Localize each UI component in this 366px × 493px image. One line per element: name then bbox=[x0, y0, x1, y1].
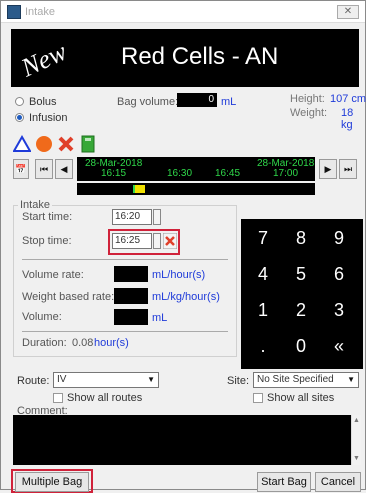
divider bbox=[22, 331, 228, 332]
last-page-button[interactable]: ⏭ bbox=[339, 159, 357, 179]
show-all-sites-checkbox[interactable] bbox=[253, 393, 263, 403]
volume-rate-input[interactable] bbox=[114, 266, 148, 282]
key-7[interactable]: 7 bbox=[245, 223, 281, 253]
intake-group: Intake Start time: 16:20 Stop time: 16:2… bbox=[13, 199, 237, 357]
first-page-button[interactable]: ⏮ bbox=[35, 159, 53, 179]
key-backspace[interactable]: « bbox=[321, 331, 357, 361]
orange-circle-icon[interactable] bbox=[35, 135, 53, 153]
key-6[interactable]: 6 bbox=[321, 259, 357, 289]
key-4[interactable]: 4 bbox=[245, 259, 281, 289]
infusion-radio[interactable] bbox=[15, 113, 24, 122]
chevron-down-icon: ▼ bbox=[347, 375, 355, 384]
bag-volume-unit: mL bbox=[221, 96, 237, 108]
site-value: No Site Specified bbox=[257, 374, 334, 385]
weight-label: Weight: bbox=[290, 107, 328, 119]
mode-row: Bolus Infusion Bag volume: 0 mL Height: … bbox=[1, 93, 366, 133]
previous-button[interactable]: ◀ bbox=[55, 159, 73, 179]
duration-value: 0.08 bbox=[72, 337, 94, 349]
timeline-tick: 16:30 bbox=[167, 168, 193, 179]
key-2[interactable]: 2 bbox=[283, 295, 319, 325]
site-dropdown[interactable]: No Site Specified ▼ bbox=[253, 372, 359, 388]
volume-label: Volume: bbox=[22, 311, 62, 323]
infusion-marker bbox=[133, 185, 145, 193]
timeline-end-time: 17:00 bbox=[273, 168, 299, 179]
start-bag-button[interactable]: Start Bag bbox=[257, 472, 311, 492]
comment-textarea[interactable] bbox=[13, 415, 361, 465]
green-bag-icon[interactable] bbox=[79, 135, 97, 153]
start-time-spinner[interactable] bbox=[153, 209, 161, 225]
calendar-icon[interactable]: 📅 bbox=[13, 159, 29, 179]
close-button[interactable]: ✕ bbox=[337, 5, 359, 19]
timeline-start-time: 16:15 bbox=[101, 168, 127, 179]
key-8[interactable]: 8 bbox=[283, 223, 319, 253]
site-label: Site: bbox=[227, 375, 250, 387]
status-new-label: New bbox=[16, 36, 71, 83]
key-1[interactable]: 1 bbox=[245, 295, 281, 325]
timeline-bar[interactable]: 28-Mar-2018 16:15 16:30 16:45 28-Mar-201… bbox=[77, 157, 315, 181]
weight-value: 18 kg bbox=[341, 107, 354, 131]
key-5[interactable]: 5 bbox=[283, 259, 319, 289]
timeline-strip[interactable] bbox=[77, 183, 315, 195]
key-9[interactable]: 9 bbox=[321, 223, 357, 253]
volume-rate-label: Volume rate: bbox=[22, 269, 84, 281]
scroll-down-icon[interactable]: ▼ bbox=[353, 455, 360, 462]
divider bbox=[22, 259, 228, 260]
multiple-bag-button[interactable]: Multiple Bag bbox=[15, 472, 89, 492]
bag-volume-input[interactable]: 0 bbox=[177, 93, 217, 107]
stop-time-label: Stop time: bbox=[22, 235, 72, 247]
intake-legend: Intake bbox=[20, 199, 50, 211]
show-all-routes-checkbox[interactable] bbox=[53, 393, 63, 403]
bag-volume-label: Bag volume: bbox=[117, 96, 179, 108]
show-all-routes-label: Show all routes bbox=[67, 392, 143, 404]
cancel-button[interactable]: Cancel bbox=[315, 472, 361, 492]
volume-unit: mL bbox=[152, 312, 168, 324]
key-decimal[interactable]: . bbox=[245, 331, 281, 361]
window-title: Intake bbox=[25, 6, 55, 18]
stop-time-spinner[interactable] bbox=[153, 233, 161, 249]
product-name: Red Cells - AN bbox=[121, 43, 279, 70]
show-all-sites-label: Show all sites bbox=[267, 392, 335, 404]
weight-rate-label: Weight based rate: bbox=[22, 291, 115, 303]
clear-stop-time-icon[interactable] bbox=[163, 233, 177, 249]
key-0[interactable]: 0 bbox=[283, 331, 319, 361]
route-dropdown[interactable]: IV ▼ bbox=[53, 372, 159, 388]
route-value: IV bbox=[57, 374, 67, 385]
infusion-label: Infusion bbox=[29, 112, 68, 124]
timeline-tick: 16:45 bbox=[215, 168, 241, 179]
start-time-input[interactable]: 16:20 bbox=[112, 209, 152, 225]
numeric-keypad: 7 8 9 4 5 6 1 2 3 . 0 « bbox=[241, 219, 363, 369]
timeline: 📅 ⏮ ◀ 28-Mar-2018 16:15 16:30 16:45 28-M… bbox=[13, 157, 361, 197]
weight-rate-input[interactable] bbox=[114, 288, 148, 304]
title-bar: Intake ✕ bbox=[1, 1, 365, 23]
bolus-label: Bolus bbox=[29, 96, 57, 108]
volume-input[interactable] bbox=[114, 309, 148, 325]
start-time-label: Start time: bbox=[22, 211, 73, 223]
route-label: Route: bbox=[17, 375, 50, 387]
triangle-icon[interactable] bbox=[13, 135, 31, 153]
duration-unit: hour(s) bbox=[94, 337, 129, 349]
intake-window: Intake ✕ New Red Cells - AN Bolus Infusi… bbox=[0, 0, 366, 493]
product-banner: New Red Cells - AN bbox=[11, 29, 359, 87]
red-x-icon[interactable] bbox=[57, 135, 75, 153]
scroll-up-icon[interactable]: ▲ bbox=[353, 417, 360, 424]
key-3[interactable]: 3 bbox=[321, 295, 357, 325]
next-button[interactable]: ▶ bbox=[319, 159, 337, 179]
weight-rate-unit: mL/kg/hour(s) bbox=[152, 291, 220, 303]
comment-scrollbar[interactable]: ▲ ▼ bbox=[351, 415, 361, 465]
height-label: Height: bbox=[290, 93, 325, 105]
bolus-radio[interactable] bbox=[15, 97, 24, 106]
height-value: 107 cm bbox=[330, 93, 366, 105]
chevron-down-icon: ▼ bbox=[147, 375, 155, 384]
app-icon bbox=[7, 5, 21, 19]
stop-time-input[interactable]: 16:25 bbox=[112, 233, 152, 249]
duration-label: Duration: bbox=[22, 337, 67, 349]
volume-rate-unit: mL/hour(s) bbox=[152, 269, 206, 281]
